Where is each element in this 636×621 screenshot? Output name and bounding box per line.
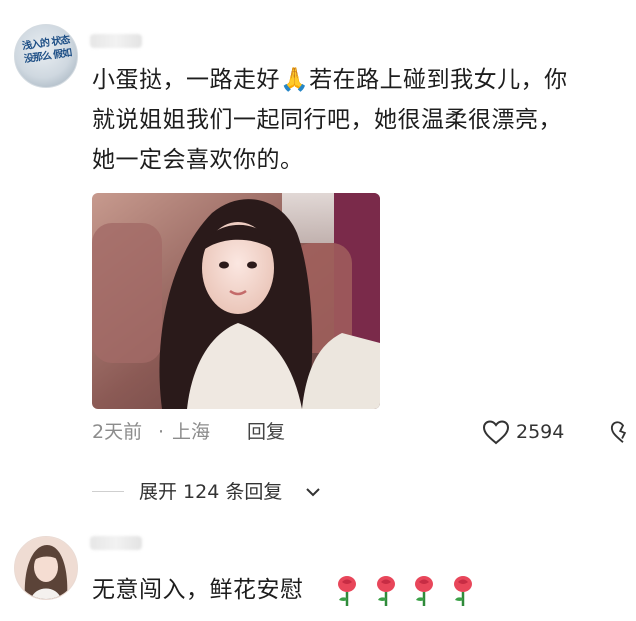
username-blurred-2[interactable]: [90, 536, 142, 550]
avatar-portrait: [15, 537, 77, 599]
rose-icon: [454, 576, 472, 606]
meta-separator: ·: [158, 421, 165, 443]
expand-replies-button[interactable]: 展开 124 条回复: [139, 478, 282, 506]
commenter-avatar-2[interactable]: [14, 536, 78, 600]
comment-line1b: 若在路上碰到我女儿，你: [309, 67, 568, 93]
expand-chevron[interactable]: [305, 484, 321, 503]
expand-divider: [92, 491, 124, 492]
photo-illustration: [92, 193, 380, 409]
like-button[interactable]: [482, 419, 510, 449]
heart-icon: [482, 420, 510, 445]
username-blurred[interactable]: [90, 34, 142, 48]
comment-line3: 她一定会喜欢你的。: [92, 147, 304, 173]
rose-icon: [377, 576, 395, 606]
comment-line1: 小蛋挞，一路走好: [92, 67, 280, 93]
rose-emoji: [411, 574, 437, 612]
rose-icon: [338, 576, 356, 606]
rose-emoji: [450, 574, 476, 612]
comment-text: 小蛋挞，一路走好🙏若在路上碰到我女儿，你 就说姐姐我们一起同行吧，她很温柔很漂亮…: [92, 60, 632, 180]
like-count: 2594: [516, 421, 565, 443]
reply-button[interactable]: 回复: [247, 418, 285, 446]
pray-emoji: 🙏: [280, 67, 310, 93]
comment-time: 2天前: [92, 421, 143, 443]
comment-line2: 就说姐姐我们一起同行吧，她很温柔很漂亮，: [92, 107, 562, 133]
chevron-down-icon: [306, 488, 320, 497]
avatar-text: 浅入的 状态 没那么 假如: [21, 34, 72, 66]
comment-location: 上海: [172, 421, 211, 443]
comment-photo[interactable]: [92, 193, 380, 409]
commenter-avatar[interactable]: 浅入的 状态 没那么 假如: [14, 24, 78, 88]
broken-heart-icon: [610, 421, 627, 443]
rose-icon: [415, 576, 433, 606]
dislike-button[interactable]: [610, 419, 636, 449]
rose-emoji: [334, 574, 360, 612]
rose-emoji: [373, 574, 399, 612]
comment-text-2: 无意闯入，鲜花安慰: [92, 577, 304, 603]
